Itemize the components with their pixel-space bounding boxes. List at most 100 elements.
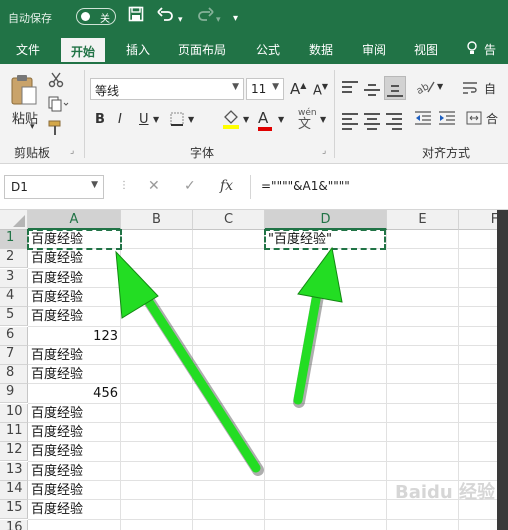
decrease-indent-icon[interactable] [414, 110, 432, 130]
cell-a14[interactable]: 百度经验 [31, 481, 131, 500]
clipboard-launcher-icon[interactable]: ⌟ [70, 146, 74, 156]
cell-a13[interactable]: 百度经验 [31, 462, 131, 481]
phonetic-guide-button[interactable]: wén 文 [298, 108, 317, 131]
formula-input[interactable]: =""""&A1&"""" [250, 175, 508, 199]
name-box[interactable]: D1 ▼ [4, 175, 104, 199]
column-header-a[interactable]: A [28, 210, 121, 230]
align-middle-button[interactable] [362, 78, 382, 98]
undo-icon[interactable] [157, 6, 175, 27]
align-bottom-button[interactable] [384, 76, 406, 100]
paste-icon[interactable] [10, 74, 38, 110]
increase-font-size-button[interactable]: A▲ [290, 80, 306, 98]
cell-a4[interactable]: 百度经验 [31, 288, 131, 307]
bold-button[interactable]: B [95, 112, 105, 127]
tab-review[interactable]: 审阅 [362, 41, 386, 58]
font-name-select[interactable]: 等线 ▼ [90, 78, 244, 100]
align-left-button[interactable] [340, 110, 360, 130]
select-all-corner[interactable] [0, 210, 28, 230]
chevron-down-icon: ▼ [232, 82, 239, 92]
underline-dropdown-icon[interactable]: ▼ [153, 115, 159, 124]
tab-home[interactable]: 开始 [61, 38, 106, 64]
tab-view[interactable]: 视图 [414, 41, 438, 58]
fill-color-icon[interactable] [222, 109, 240, 133]
orientation-dropdown-icon[interactable]: ▼ [437, 82, 443, 91]
row-header-6[interactable]: 6 [0, 326, 28, 346]
row-header-11[interactable]: 11 [0, 423, 28, 442]
row-header-5[interactable]: 5 [0, 307, 28, 327]
save-icon[interactable] [128, 6, 144, 27]
row-header-12[interactable]: 12 [0, 442, 28, 462]
tab-page-layout[interactable]: 页面布局 [178, 41, 226, 58]
column-header-c[interactable]: C [193, 210, 265, 230]
cut-icon[interactable] [48, 72, 64, 92]
row-header-15[interactable]: 15 [0, 500, 28, 520]
ribbon-tabs: 文件 开始 插入 页面布局 公式 数据 审阅 视图 告 [0, 34, 508, 64]
merge-center-icon[interactable] [466, 110, 482, 130]
enter-icon[interactable]: ✓ [184, 178, 196, 194]
row-header-4[interactable]: 4 [0, 287, 28, 307]
format-painter-icon[interactable] [48, 120, 64, 140]
column-header-b[interactable]: B [121, 210, 193, 230]
font-launcher-icon[interactable]: ⌟ [322, 146, 326, 156]
cell-a3[interactable]: 百度经验 [31, 269, 131, 288]
cell-a8[interactable]: 百度经验 [31, 365, 131, 384]
phonetic-dropdown-icon[interactable]: ▼ [320, 115, 326, 124]
cell-a15[interactable]: 百度经验 [31, 500, 131, 519]
row-header-14[interactable]: 14 [0, 480, 28, 500]
copy-icon[interactable] [48, 96, 70, 116]
column-header-e[interactable]: E [387, 210, 459, 230]
cell-a7[interactable]: 百度经验 [31, 346, 131, 365]
tab-data[interactable]: 数据 [309, 41, 333, 58]
cell-a2[interactable]: 百度经验 [31, 249, 131, 268]
lightbulb-icon[interactable] [466, 41, 478, 58]
font-color-button[interactable]: A [258, 109, 272, 131]
row-header-10[interactable]: 10 [0, 403, 28, 423]
row-header-1[interactable]: 1 [0, 230, 28, 249]
cell-a12[interactable]: 百度经验 [31, 442, 131, 461]
column-header-d[interactable]: D [265, 210, 387, 230]
cell-a5[interactable]: 百度经验 [31, 307, 131, 326]
cell-a9[interactable]: 456 [31, 384, 118, 403]
merge-center-label[interactable]: 合 [486, 110, 498, 127]
row-header-16[interactable]: 16 [0, 519, 28, 530]
tab-formulas[interactable]: 公式 [256, 41, 280, 58]
autosave-toggle[interactable]: 关 [76, 8, 116, 25]
wrap-text-icon[interactable] [462, 80, 478, 100]
align-top-button[interactable] [340, 78, 360, 98]
decrease-font-size-button[interactable]: A▼ [313, 82, 328, 98]
paste-dropdown-icon[interactable]: ▾ [30, 122, 35, 132]
row-header-9[interactable]: 9 [0, 384, 28, 404]
borders-dropdown-icon[interactable]: ▼ [188, 115, 194, 124]
insert-function-icon[interactable]: fx [220, 178, 233, 194]
cell-a11[interactable]: 百度经验 [31, 423, 131, 442]
tab-tell-me[interactable]: 告 [484, 41, 496, 58]
redo-dropdown-icon[interactable]: ▾ [216, 10, 221, 30]
underline-button[interactable]: U [139, 112, 149, 127]
tab-file[interactable]: 文件 [16, 41, 40, 58]
cancel-icon[interactable]: ✕ [148, 178, 160, 194]
cell-a6[interactable]: 123 [31, 327, 118, 346]
font-color-dropdown-icon[interactable]: ▼ [278, 115, 284, 124]
font-name-value: 等线 [95, 84, 120, 98]
fill-color-dropdown-icon[interactable]: ▼ [243, 115, 249, 124]
row-header-13[interactable]: 13 [0, 461, 28, 481]
undo-dropdown-icon[interactable]: ▾ [178, 10, 183, 30]
autosave-label: 自动保存 [8, 12, 52, 25]
redo-icon[interactable] [196, 6, 214, 27]
cell-a10[interactable]: 百度经验 [31, 404, 131, 423]
row-header-7[interactable]: 7 [0, 345, 28, 365]
grid-vline [386, 230, 387, 530]
align-center-button[interactable] [362, 110, 382, 130]
increase-indent-icon[interactable] [438, 110, 456, 130]
borders-icon[interactable] [170, 112, 184, 130]
orientation-icon[interactable]: ab [415, 78, 436, 100]
row-header-8[interactable]: 8 [0, 365, 28, 385]
customize-qat-icon[interactable]: ▾ [233, 9, 238, 29]
wrap-text-label[interactable]: 自 [484, 80, 496, 97]
font-size-select[interactable]: 11 ▼ [246, 78, 284, 100]
italic-button[interactable]: I [118, 112, 122, 127]
align-right-button[interactable] [384, 110, 404, 130]
row-header-2[interactable]: 2 [0, 249, 28, 269]
row-header-3[interactable]: 3 [0, 268, 28, 288]
tab-insert[interactable]: 插入 [126, 41, 150, 58]
